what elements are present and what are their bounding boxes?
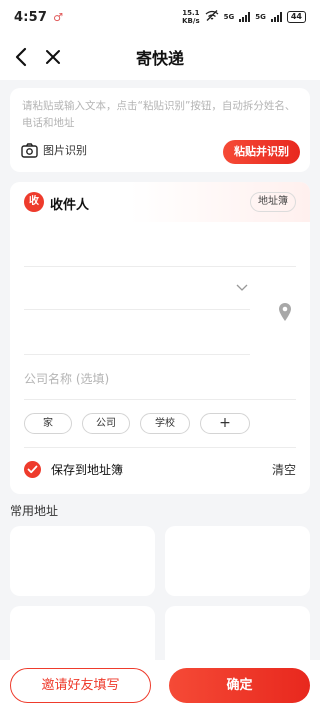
back-arrow-icon[interactable]: [12, 46, 32, 68]
address-tag-list: 家 公司 学校 +: [24, 413, 250, 434]
address-divider: [24, 354, 250, 355]
network-5g-label-2: 5G: [255, 13, 266, 21]
battery-icon: 44: [286, 11, 306, 23]
region-selector[interactable]: [24, 268, 254, 308]
signal-icon: [239, 12, 251, 22]
name-field[interactable]: [24, 226, 296, 266]
network-speed-unit: KB/s: [182, 17, 200, 25]
paste-recognize-button[interactable]: 粘贴并识别: [223, 140, 300, 164]
save-to-address-book-label: 保存到地址簿: [51, 463, 124, 477]
recipient-title: 收件人: [50, 198, 90, 213]
status-icons: 15.1 KB/s 5G 5G 44: [182, 9, 306, 25]
bottom-action-bar: 邀请好友填写 确定: [0, 660, 320, 711]
recipient-header: 收 收件人 地址簿: [10, 182, 310, 222]
invite-friend-button[interactable]: 邀请好友填写: [10, 668, 151, 703]
add-tag-button[interactable]: +: [200, 413, 250, 434]
status-bar: 4:57 ♂ 15.1 KB/s 5G 5G 44: [0, 0, 320, 34]
name-field-divider: [24, 266, 296, 267]
chevron-down-icon[interactable]: [236, 284, 248, 292]
navigation-bar: 寄快递: [0, 34, 320, 80]
photo-recognition-label: 图片识别: [43, 144, 87, 157]
close-icon[interactable]: [42, 46, 64, 68]
common-address-card[interactable]: [165, 526, 310, 596]
tag-school[interactable]: 学校: [140, 413, 190, 434]
region-divider: [24, 309, 250, 310]
wifi-off-icon: [205, 10, 219, 24]
company-divider: [24, 399, 296, 400]
paste-textarea[interactable]: 请粘贴或输入文本，点击“粘贴识别”按钮，自动拆分姓名、电话和地址: [22, 98, 302, 132]
notification-icon: ♂: [53, 10, 64, 24]
company-name-input[interactable]: 公司名称 (选填): [24, 370, 109, 387]
network-speed-value: 15.1: [182, 9, 200, 17]
camera-icon: [21, 142, 38, 158]
tags-divider: [24, 447, 296, 448]
recipient-card: 收 收件人 地址簿 公司名称 (选填) 家 公司 学校 + 保存到地址簿 清空: [10, 182, 310, 494]
common-address-card[interactable]: [10, 526, 155, 596]
status-time: 4:57: [14, 9, 48, 25]
photo-recognition-button[interactable]: 图片识别: [21, 142, 87, 158]
recipient-badge: 收: [24, 192, 44, 212]
checkmark-icon[interactable]: [24, 461, 41, 478]
address-book-button[interactable]: 地址簿: [250, 192, 296, 212]
address-detail-field[interactable]: [24, 312, 254, 352]
location-pin-icon[interactable]: [278, 302, 292, 322]
signal-icon-2: [270, 12, 282, 22]
network-speed: 15.1 KB/s: [182, 9, 199, 25]
tag-company[interactable]: 公司: [82, 413, 130, 434]
save-to-address-book-row: 保存到地址簿 清空: [24, 461, 296, 478]
tag-home[interactable]: 家: [24, 413, 72, 434]
paste-card: 请粘贴或输入文本，点击“粘贴识别”按钮，自动拆分姓名、电话和地址 图片识别 粘贴…: [10, 88, 310, 172]
network-5g-label: 5G: [223, 13, 235, 21]
clear-button[interactable]: 清空: [272, 461, 296, 478]
common-addresses-title: 常用地址: [10, 504, 59, 518]
confirm-button[interactable]: 确定: [169, 668, 310, 703]
